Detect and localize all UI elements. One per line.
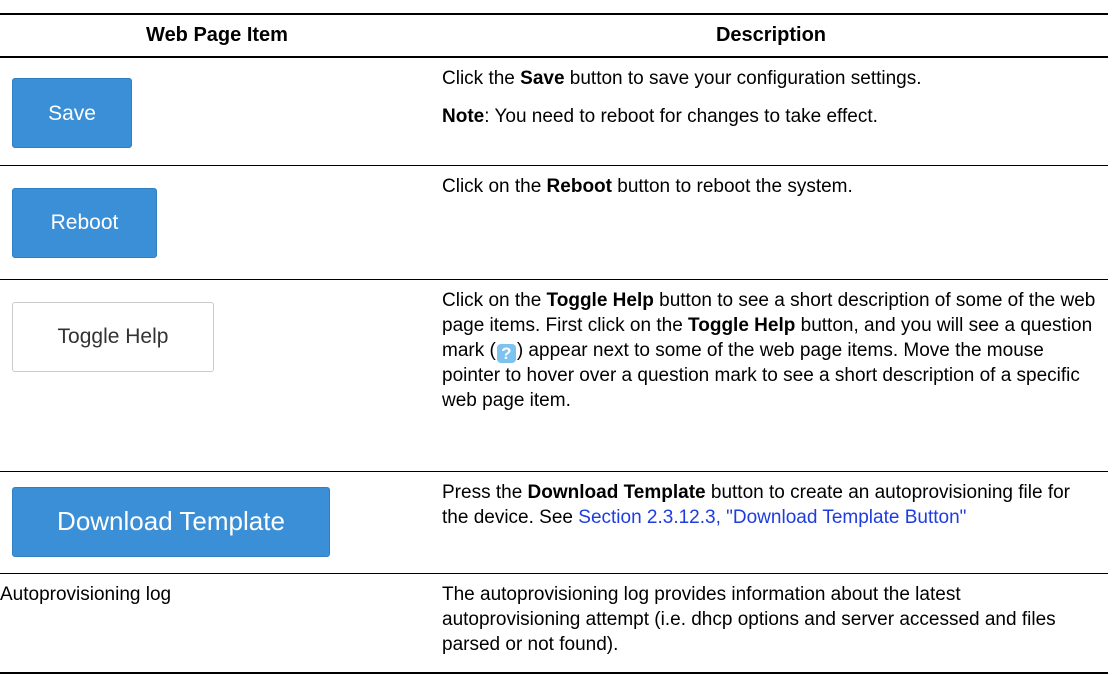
header-web-page-item: Web Page Item <box>0 13 434 58</box>
description-cell: Click the Save button to save your confi… <box>434 57 1108 166</box>
description-cell: Click on the Reboot button to reboot the… <box>434 165 1108 280</box>
table-row-save: Save Click the Save button to save your … <box>0 57 1108 166</box>
item-cell: Save <box>0 57 434 166</box>
bold-term: Download Template <box>527 481 706 503</box>
table-row-download-template: Download Template Press the Download Tem… <box>0 471 1108 574</box>
table-row-toggle-help: Toggle Help Click on the Toggle Help but… <box>0 279 1108 472</box>
save-button[interactable]: Save <box>12 78 132 148</box>
note-text: Note: You need to reboot for changes to … <box>442 106 878 127</box>
bold-term: Toggle Help <box>546 289 654 311</box>
description-text: Click the Save button to save your confi… <box>442 68 922 89</box>
description-cell: Click on the Toggle Help button to see a… <box>434 279 1108 472</box>
description-text: Press the Download Template button to cr… <box>442 481 1071 528</box>
note-label: Note <box>442 106 485 127</box>
download-template-button[interactable]: Download Template <box>12 486 330 557</box>
description-text: The autoprovisioning log provides inform… <box>442 583 1056 655</box>
item-cell: Toggle Help <box>0 279 434 472</box>
reboot-button[interactable]: Reboot <box>12 187 157 258</box>
bold-term: Save <box>520 68 565 89</box>
header-description: Description <box>434 13 1108 58</box>
help-question-icon: ? <box>496 343 516 363</box>
description-text: Click on the Reboot button to reboot the… <box>442 175 853 197</box>
bold-term: Toggle Help <box>688 314 796 336</box>
description-cell: The autoprovisioning log provides inform… <box>434 573 1108 674</box>
item-cell: Download Template <box>0 471 434 574</box>
description-cell: Press the Download Template button to cr… <box>434 471 1108 574</box>
section-link[interactable]: Section 2.3.12.3, "Download Template But… <box>578 507 966 528</box>
table-row-autoprovisioning-log: Autoprovisioning log The autoprovisionin… <box>0 573 1108 674</box>
description-text: Click on the Toggle Help button to see a… <box>442 289 1096 411</box>
item-cell: Reboot <box>0 165 434 280</box>
toggle-help-button[interactable]: Toggle Help <box>12 301 214 372</box>
bold-term: Reboot <box>546 175 612 197</box>
table-header-row: Web Page Item Description <box>0 13 1108 58</box>
table-row-reboot: Reboot Click on the Reboot button to reb… <box>0 165 1108 280</box>
web-page-items-table: Web Page Item Description Save Click the… <box>0 13 1108 674</box>
item-label: Autoprovisioning log <box>0 573 434 674</box>
